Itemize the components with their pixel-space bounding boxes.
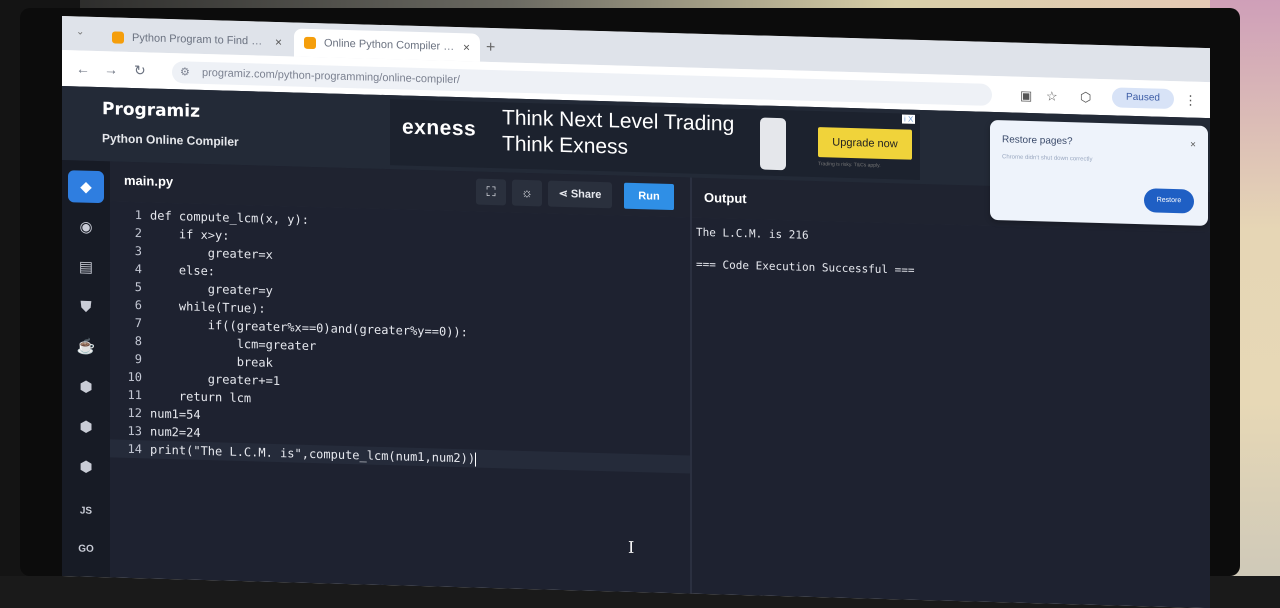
csharp-icon[interactable]: ⬢ [68,450,104,483]
programiz-favicon-icon [304,36,316,50]
output-line: === Code Execution Successful === [696,257,915,277]
laptop-screen: ⌄ Python Program to Find LCM × Online Py… [62,16,1210,608]
code-text[interactable]: num1=54 [150,404,201,423]
restore-pages-popup: Restore pages? × Chrome didn't shut down… [990,119,1208,227]
output-line: The L.C.M. is 216 [696,225,809,242]
page-title: Python Online Compiler [102,131,239,149]
line-number: 2 [134,226,142,241]
line-number: 11 [127,387,142,403]
run-button[interactable]: Run [624,182,674,211]
line-number: 8 [134,334,142,349]
ad-headline: Think Next Level Trading [502,106,735,136]
text-cursor-caret [475,452,477,467]
ad-subheadline: Think Exness [502,132,629,159]
restore-title: Restore pages? [1002,134,1073,148]
ad-brand: exness [402,115,477,141]
ad-phone-image [760,117,786,171]
close-icon[interactable]: × [1190,140,1196,151]
language-sidebar: ◆ ◉ ▤ ⛊ ☕ ⬢ ⬢ ⬢ JS GO [62,160,110,578]
advertisement-banner[interactable]: exness Think Next Level Trading Think Ex… [390,99,920,180]
theme-toggle-button[interactable]: ☼ [512,179,542,207]
restore-button[interactable]: Restore [1144,188,1194,214]
code-text[interactable]: if x>y: [150,224,230,244]
extensions-icon[interactable]: ⬡ [1080,89,1091,105]
html5-icon[interactable]: ⛊ [68,290,104,323]
output-title: Output [704,189,747,207]
share-label: Share [570,188,602,202]
line-number: 1 [134,208,142,223]
close-tab-icon[interactable]: × [463,40,470,54]
menu-icon[interactable]: ⋮ [1184,92,1197,108]
reload-icon[interactable]: ↻ [134,62,146,79]
forward-icon[interactable]: → [104,61,118,77]
javascript-icon[interactable]: JS [68,494,104,527]
programiz-favicon-icon [112,31,124,44]
c-icon[interactable]: ⬢ [68,370,104,403]
bookmark-star-icon[interactable]: ☆ [1046,88,1058,104]
line-number: 6 [134,298,142,313]
profile-button[interactable]: Paused [1112,87,1174,110]
close-tab-icon[interactable]: × [275,35,282,49]
tab-label: Python Program to Find LCM [132,31,267,48]
ad-cta-button[interactable]: Upgrade now [818,127,912,160]
ad-disclaimer: Trading is risky. T&Cs apply. [818,161,881,169]
mouse-ibeam-cursor: I [628,537,635,557]
line-number: 13 [127,423,142,439]
restore-message: Chrome didn't shut down correctly [1002,154,1093,163]
java-icon[interactable]: ☕ [68,330,104,363]
line-number: 10 [127,369,142,385]
new-tab-button[interactable]: + [486,39,495,57]
tab-label: Online Python Compiler (Inter [324,37,455,53]
line-number: 4 [134,262,142,277]
filename-tab[interactable]: main.py [124,173,173,189]
r-icon[interactable]: ◉ [68,210,104,243]
python-icon[interactable]: ◆ [68,170,104,204]
go-icon[interactable]: GO [68,532,104,565]
ad-close-icon[interactable]: i X [902,114,916,124]
fullscreen-button[interactable]: ⛶ [476,178,506,206]
line-number: 12 [127,405,142,421]
output-panel: The L.C.M. is 216 === Code Execution Suc… [692,217,1210,608]
programiz-logo[interactable]: Programiz [102,99,200,122]
share-icon: ⋖ [558,187,571,201]
code-editor[interactable]: 1 def compute_lcm(x, y): 2 if x>y: 3 grea… [110,201,690,594]
install-app-icon[interactable]: ▣ [1020,88,1032,104]
line-number: 5 [134,280,142,295]
tab-search-icon[interactable]: ⌄ [76,26,84,37]
line-number: 3 [134,244,142,259]
line-number: 7 [134,316,142,331]
line-number: 14 [127,441,142,457]
back-icon[interactable]: ← [76,60,90,76]
share-button[interactable]: ⋖ Share [548,180,612,209]
site-info-icon[interactable]: ⚙ [180,65,190,78]
line-number: 9 [134,352,142,367]
cpp-icon[interactable]: ⬢ [68,410,104,443]
sql-icon[interactable]: ▤ [68,250,104,283]
code-text[interactable]: else: [150,260,215,280]
code-text[interactable]: num2=24 [150,422,201,441]
